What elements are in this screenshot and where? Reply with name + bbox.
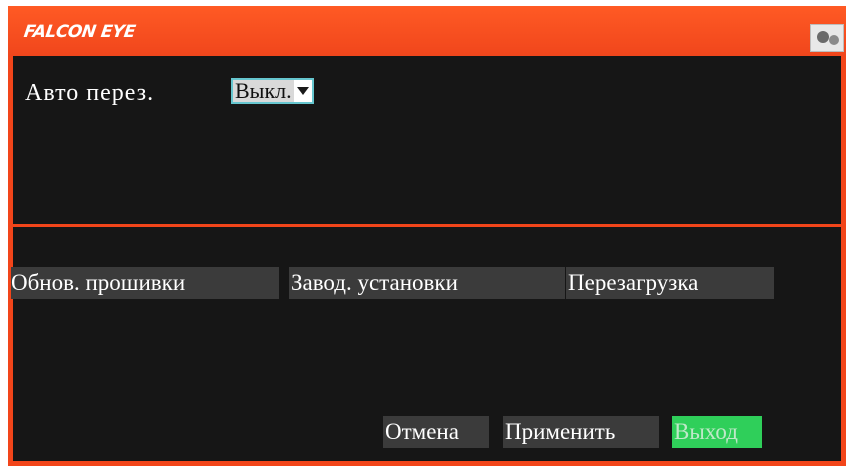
brand-logo: FALCON EYE [22, 22, 137, 42]
auto-reboot-select[interactable]: Выкл. [231, 78, 314, 104]
camera-icon [810, 24, 844, 52]
section-divider [13, 224, 841, 227]
settings-panel: Авто перез. Выкл. Обнов. прошивки Завод.… [11, 56, 841, 461]
cancel-button[interactable]: Отмена [383, 416, 489, 448]
firmware-update-button[interactable]: Обнов. прошивки [11, 267, 279, 299]
auto-reboot-label: Авто перез. [25, 80, 155, 106]
title-bar: FALCON EYE [8, 6, 846, 56]
apply-button[interactable]: Применить [503, 416, 659, 448]
auto-reboot-value: Выкл. [235, 78, 292, 103]
exit-button[interactable]: Выход [672, 416, 762, 448]
factory-defaults-button[interactable]: Завод. установки [289, 267, 565, 299]
maintenance-window: FALCON EYE Авто перез. Выкл. Обнов. прош… [8, 6, 846, 466]
reboot-button[interactable]: Перезагрузка [566, 267, 774, 299]
chevron-down-icon[interactable] [293, 80, 312, 102]
